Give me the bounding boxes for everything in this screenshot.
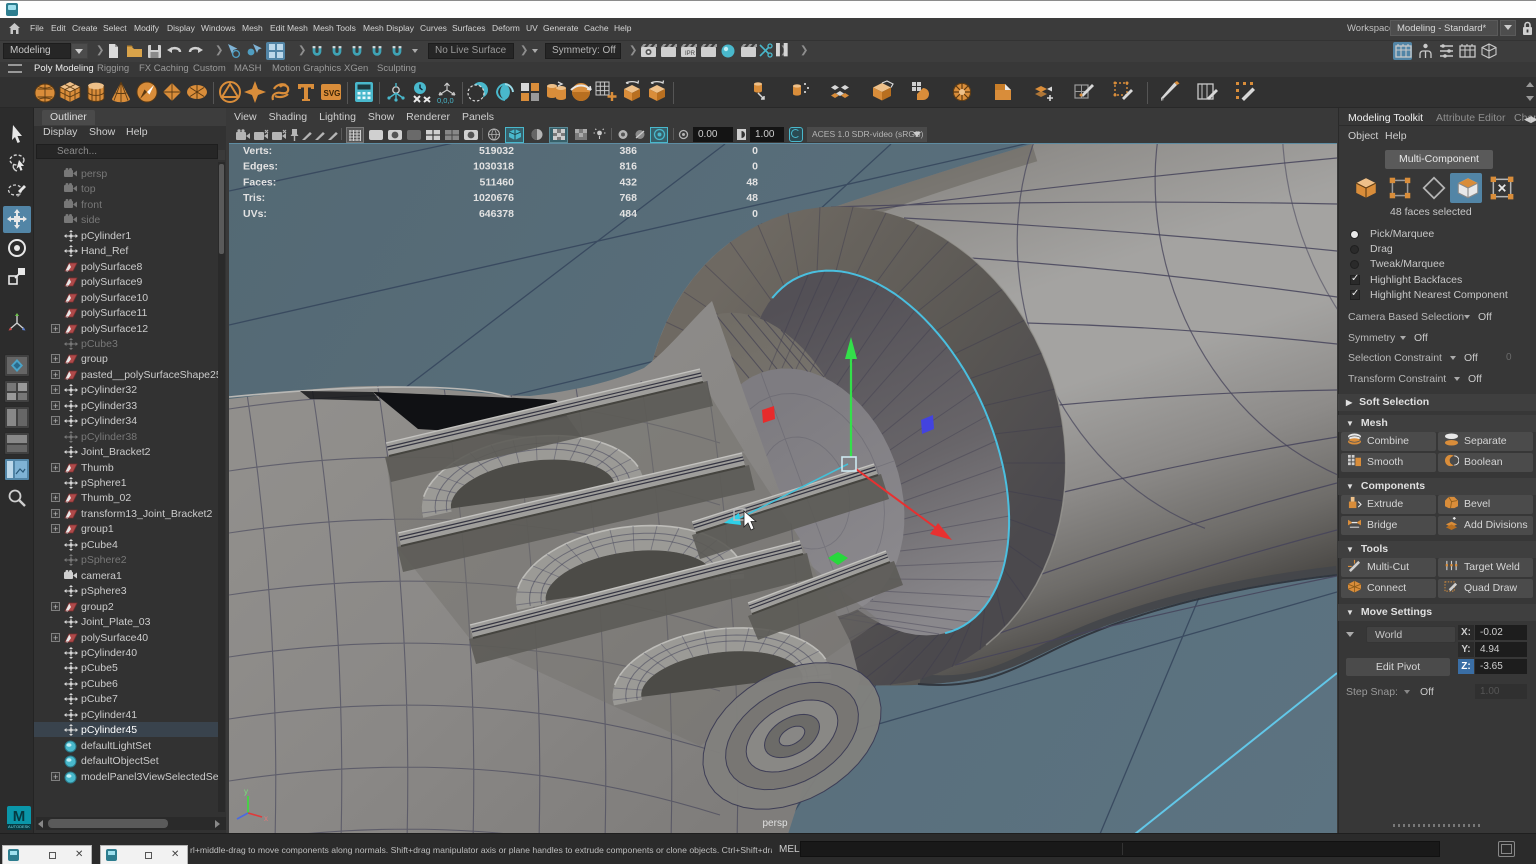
svg-text:48: 48	[746, 176, 758, 188]
svg-text:x: x	[264, 814, 268, 823]
svg-text:Edges:: Edges:	[243, 161, 278, 173]
svg-text:SVG: SVG	[324, 89, 341, 98]
svg-text:386: 386	[619, 145, 637, 157]
svg-text:816: 816	[619, 161, 637, 173]
svg-text:511460: 511460	[480, 176, 515, 188]
svg-text:0: 0	[752, 208, 758, 220]
svg-text:646378: 646378	[479, 208, 514, 220]
svg-text:0: 0	[752, 161, 758, 173]
svg-text:768: 768	[619, 192, 637, 204]
svg-text:432: 432	[619, 176, 637, 188]
svg-text:UVs:: UVs:	[243, 208, 267, 220]
svg-text:1030318: 1030318	[473, 161, 514, 173]
svg-text:Faces:: Faces:	[243, 176, 276, 188]
svg-text:IPR: IPR	[685, 51, 696, 57]
svg-text:Verts:: Verts:	[243, 145, 272, 157]
svg-text:y: y	[244, 787, 248, 796]
svg-text:484: 484	[619, 208, 637, 220]
svg-text:0: 0	[752, 145, 758, 157]
svg-text:0,0,0: 0,0,0	[437, 96, 454, 104]
svg-text:519032: 519032	[479, 145, 514, 157]
svg-text:1020676: 1020676	[473, 192, 514, 204]
svg-text:persp: persp	[762, 818, 787, 829]
svg-text:Tris:: Tris:	[243, 192, 265, 204]
svg-text:48: 48	[746, 192, 758, 204]
